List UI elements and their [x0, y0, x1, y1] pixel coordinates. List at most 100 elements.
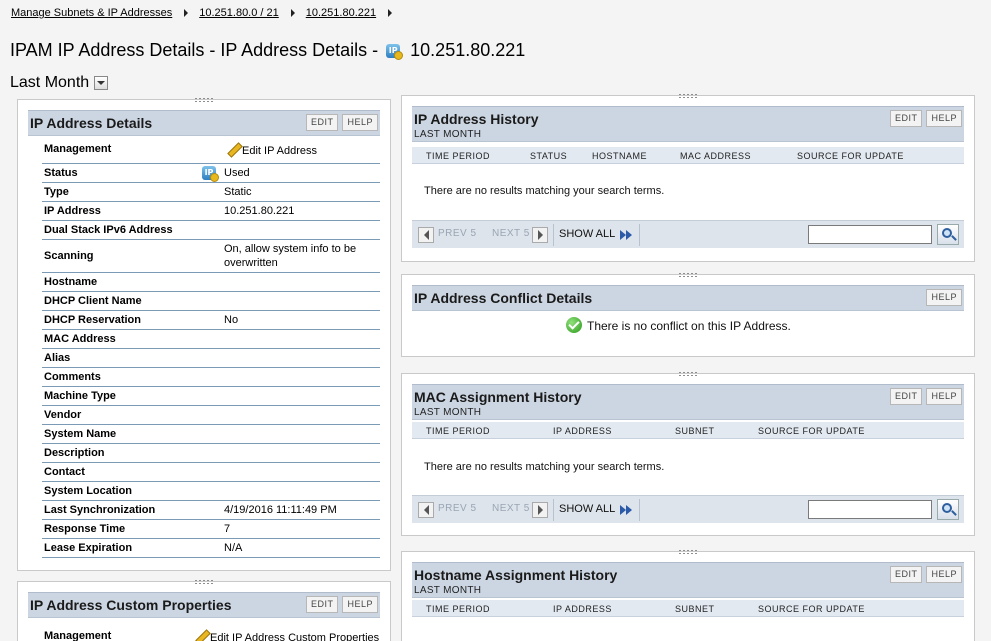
column-header[interactable]: SOURCE FOR UPDATE	[758, 604, 865, 614]
details-row-label: Hostname	[44, 276, 98, 288]
show-all-button[interactable]: SHOW ALL	[559, 503, 615, 515]
magnifier-handle	[951, 510, 957, 516]
panel-title: MAC Assignment History	[414, 389, 582, 405]
breadcrumb-link-subnet[interactable]: 10.251.80.0 / 21	[199, 7, 279, 19]
chevron-right-icon	[537, 230, 543, 240]
details-row-label: System Location	[44, 485, 133, 497]
column-header[interactable]: TIME PERIOD	[426, 151, 490, 161]
prev-button[interactable]	[418, 227, 434, 243]
column-header[interactable]: IP ADDRESS	[553, 426, 612, 436]
column-header[interactable]: MAC ADDRESS	[680, 151, 751, 161]
management-label: Management	[44, 630, 112, 641]
pencil-icon	[194, 629, 208, 641]
search-input[interactable]	[808, 225, 932, 244]
column-header[interactable]: IP ADDRESS	[553, 604, 612, 614]
drag-handle[interactable]	[194, 579, 214, 585]
pencil-icon	[226, 142, 240, 156]
details-row-label: DHCP Reservation	[44, 314, 141, 326]
management-row: Management Edit IP Address	[42, 138, 380, 164]
details-row: Machine Type	[42, 387, 380, 406]
column-header[interactable]: TIME PERIOD	[426, 604, 490, 614]
double-chevron-right-icon[interactable]	[619, 504, 633, 516]
search-button[interactable]	[937, 224, 959, 245]
drag-handle[interactable]	[678, 93, 698, 99]
details-row-value-text: On, allow system info to be overwritten	[224, 243, 357, 269]
breadcrumb: Manage Subnets & IP Addresses 10.251.80.…	[11, 7, 403, 19]
details-row: Alias	[42, 349, 380, 368]
details-row: DHCP Reservation No	[42, 311, 380, 330]
next-button[interactable]	[532, 227, 548, 243]
show-all-button[interactable]: SHOW ALL	[559, 228, 615, 240]
details-row-label: Description	[44, 447, 105, 459]
details-table: Management Edit IP Address Status IP Used T…	[42, 138, 380, 566]
prev-label: PREV 5	[438, 503, 477, 514]
panel-subtitle: LAST MONTH	[414, 585, 482, 596]
details-row-value-text: 7	[224, 523, 231, 535]
help-button[interactable]: HELP	[926, 566, 962, 583]
next-label: NEXT 5	[492, 228, 530, 239]
column-header[interactable]: HOSTNAME	[592, 151, 647, 161]
prev-button[interactable]	[418, 502, 434, 518]
next-button[interactable]	[532, 502, 548, 518]
panel-header: Hostname Assignment History LAST MONTH E…	[412, 562, 964, 598]
edit-button[interactable]: EDIT	[889, 566, 923, 583]
details-row: System Location	[42, 482, 380, 501]
edit-button[interactable]: EDIT	[305, 596, 339, 613]
column-header[interactable]: STATUS	[530, 151, 567, 161]
edit-button[interactable]: EDIT	[305, 114, 339, 131]
edit-custom-properties-link[interactable]: Edit IP Address Custom Properties	[194, 629, 379, 641]
panel-header: IP Address Conflict Details HELP	[412, 285, 964, 311]
details-row-label: DHCP Client Name	[44, 295, 142, 307]
column-header[interactable]: SUBNET	[675, 604, 715, 614]
panel-title: IP Address Conflict Details	[414, 290, 593, 306]
details-row-label: Vendor	[44, 409, 82, 421]
help-button[interactable]: HELP	[342, 114, 378, 131]
double-chevron-right-icon[interactable]	[619, 229, 633, 241]
period-label: Last Month	[10, 74, 90, 91]
details-row: Status IP Used	[42, 164, 380, 183]
page-title: IPAM IP Address Details - IP Address Det…	[10, 40, 525, 61]
help-button[interactable]: HELP	[926, 110, 962, 127]
details-row-value-text: N/A	[224, 542, 243, 554]
edit-button[interactable]: EDIT	[889, 388, 923, 405]
panel-header: IP Address Custom Properties EDIT HELP	[28, 592, 380, 618]
help-button[interactable]: HELP	[926, 388, 962, 405]
chevron-right-icon	[388, 9, 393, 17]
drag-handle[interactable]	[678, 549, 698, 555]
breadcrumb-link-subnets[interactable]: Manage Subnets & IP Addresses	[11, 7, 172, 19]
details-row-value-text: No	[224, 314, 239, 326]
column-header[interactable]: TIME PERIOD	[426, 426, 490, 436]
details-row: Description	[42, 444, 380, 463]
magnifier-handle	[951, 235, 957, 241]
prev-label: PREV 5	[438, 228, 477, 239]
details-row-value-text: Used	[224, 167, 250, 179]
details-row-label: Contact	[44, 466, 85, 478]
panel-title: Hostname Assignment History	[414, 567, 618, 583]
details-row-label: Response Time	[44, 523, 126, 535]
search-button[interactable]	[937, 499, 959, 520]
table-header: TIME PERIOD IP ADDRESS SUBNET SOURCE FOR…	[412, 600, 964, 617]
period-dropdown-button[interactable]	[94, 76, 109, 90]
ip-address-icon: IP	[386, 43, 404, 60]
details-row: Type Static	[42, 183, 380, 202]
search-input[interactable]	[808, 500, 932, 519]
page-title-ip: 10.251.80.221	[410, 40, 526, 60]
breadcrumb-link-ip[interactable]: 10.251.80.221	[306, 7, 376, 19]
edit-button[interactable]: EDIT	[889, 110, 923, 127]
drag-handle[interactable]	[194, 97, 214, 103]
column-header[interactable]: SOURCE FOR UPDATE	[758, 426, 865, 436]
mac-history-panel: MAC Assignment History LAST MONTH EDIT H…	[401, 371, 975, 536]
help-button[interactable]: HELP	[342, 596, 378, 613]
column-header[interactable]: SOURCE FOR UPDATE	[797, 151, 904, 161]
details-row-label: Alias	[44, 352, 71, 364]
drag-handle[interactable]	[678, 371, 698, 377]
details-row: Lease Expiration N/A	[42, 539, 380, 558]
period-selector[interactable]: Last Month	[10, 74, 109, 92]
details-row: Contact	[42, 463, 380, 482]
details-row-label: System Name	[44, 428, 117, 440]
column-header[interactable]: SUBNET	[675, 426, 715, 436]
edit-ip-link[interactable]: Edit IP Address	[226, 142, 374, 158]
help-button[interactable]: HELP	[926, 289, 962, 306]
drag-handle[interactable]	[678, 272, 698, 278]
page-title-text: IPAM IP Address Details - IP Address Det…	[10, 40, 379, 60]
